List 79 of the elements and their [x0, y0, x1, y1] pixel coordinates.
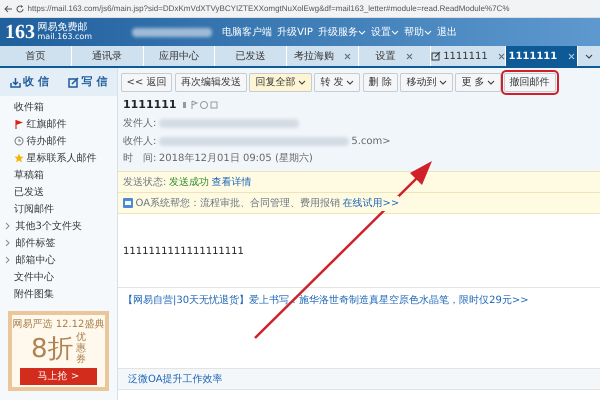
- folder-item[interactable]: 草稿箱: [0, 166, 117, 184]
- header-link[interactable]: 电脑客户端: [222, 24, 272, 40]
- edit-icon: [68, 76, 80, 88]
- flag-icon: [14, 119, 24, 129]
- tab[interactable]: 1111111: [506, 46, 578, 66]
- back-arrow-icon: [2, 4, 12, 14]
- edit-icon: [430, 51, 441, 61]
- close-icon: [344, 52, 352, 60]
- caret-icon: [585, 52, 594, 60]
- address-tail: 5.com>: [351, 134, 391, 148]
- caret-icon: [390, 28, 399, 36]
- folder-item[interactable]: 邮箱中心: [0, 252, 117, 268]
- caret-icon: [487, 79, 495, 86]
- folder-item[interactable]: 待办邮件: [0, 132, 117, 150]
- logo-subtitle: 网易免费邮: [38, 23, 88, 33]
- toolbar-button[interactable]: 移动到: [400, 73, 453, 92]
- field-label: 发件人:: [123, 117, 156, 131]
- clock-icon: [14, 136, 24, 146]
- toolbar-button[interactable]: 更 多: [455, 73, 501, 92]
- coupon-label: 优惠券: [76, 332, 86, 365]
- chevron-right-icon: [5, 239, 10, 247]
- oa-promo-link[interactable]: 泛微OA提升工作效率: [118, 368, 600, 390]
- oa-ad-text: OA系统帮您：流程审批、合同管理、费用报销: [136, 196, 340, 210]
- caret-icon: [358, 28, 366, 36]
- promo-title: 网易严选 12.12盛典: [12, 318, 105, 332]
- star-icon: [14, 153, 24, 163]
- field-label: 收件人:: [123, 134, 156, 148]
- close-icon: [406, 52, 414, 60]
- folder-item[interactable]: 附件图集: [0, 286, 117, 302]
- inbox-download-icon: [10, 76, 21, 88]
- header-link[interactable]: 升级服务: [318, 24, 366, 40]
- close-icon: [568, 52, 575, 60]
- grab-button[interactable]: 马上抢 >: [20, 368, 98, 384]
- chevron-right-icon: [5, 222, 10, 230]
- discount-text: 8折: [30, 336, 74, 362]
- chevron-right-icon: [5, 256, 10, 264]
- tab[interactable]: 应用中心: [144, 46, 216, 66]
- folder-item[interactable]: 其他3个文件夹: [0, 218, 117, 234]
- folder-item[interactable]: 已发送: [0, 184, 117, 200]
- mail-subject: 1111111: [123, 97, 177, 113]
- caret-icon: [298, 79, 306, 86]
- mail-body-text: 1111111111111111111: [118, 214, 600, 288]
- oa-badge-icon: [123, 198, 133, 208]
- tab[interactable]: 考拉海购: [287, 46, 359, 66]
- folder-item[interactable]: 红旗邮件: [0, 116, 117, 132]
- toolbar-button[interactable]: << 返回: [120, 73, 172, 92]
- folder-item[interactable]: 订阅邮件: [0, 200, 117, 218]
- view-details-link[interactable]: 查看详情: [211, 174, 252, 190]
- receive-button[interactable]: 收 信: [10, 74, 49, 90]
- status-value: 发送成功: [168, 176, 209, 190]
- caret-icon: [346, 79, 354, 86]
- reload-icon: [15, 4, 25, 14]
- toolbar-button[interactable]: 转 发: [314, 73, 360, 92]
- header-link[interactable]: 退出: [436, 24, 457, 40]
- mail-action-icons-drawing: [182, 100, 218, 110]
- tab[interactable]: 通讯录: [72, 46, 144, 66]
- logo-domain: mail.163.com: [38, 33, 92, 41]
- folder-item[interactable]: 文件中心: [0, 268, 117, 286]
- sent-time: 2018年12月01日 09:05 (星期六): [158, 152, 313, 166]
- folder-item[interactable]: 星标联系人邮件: [0, 150, 117, 166]
- toolbar-button[interactable]: 再次编辑发送: [174, 73, 247, 92]
- caret-icon: [424, 28, 432, 36]
- header-link[interactable]: 升级VIP: [277, 24, 313, 40]
- folder-item[interactable]: 邮件标签: [0, 234, 117, 252]
- status-label: 发送状态:: [123, 176, 166, 190]
- field-label: 时 间:: [123, 152, 156, 166]
- tab[interactable]: 设置: [358, 46, 431, 66]
- caret-icon: [438, 79, 447, 86]
- toolbar-button[interactable]: 删 除: [362, 73, 398, 92]
- write-button[interactable]: 写 信: [68, 74, 108, 90]
- toolbar-button[interactable]: 回复全部: [249, 73, 312, 92]
- tab[interactable]: 首页: [0, 46, 72, 66]
- logo: 163: [5, 22, 35, 42]
- header-link[interactable]: 设置: [370, 24, 399, 40]
- tab[interactable]: 已发送: [215, 46, 288, 66]
- folder-item[interactable]: 收件箱: [0, 98, 117, 116]
- close-icon: [498, 52, 506, 60]
- trial-link[interactable]: 在线试用>>: [342, 196, 400, 210]
- header-link[interactable]: 帮助: [404, 24, 432, 40]
